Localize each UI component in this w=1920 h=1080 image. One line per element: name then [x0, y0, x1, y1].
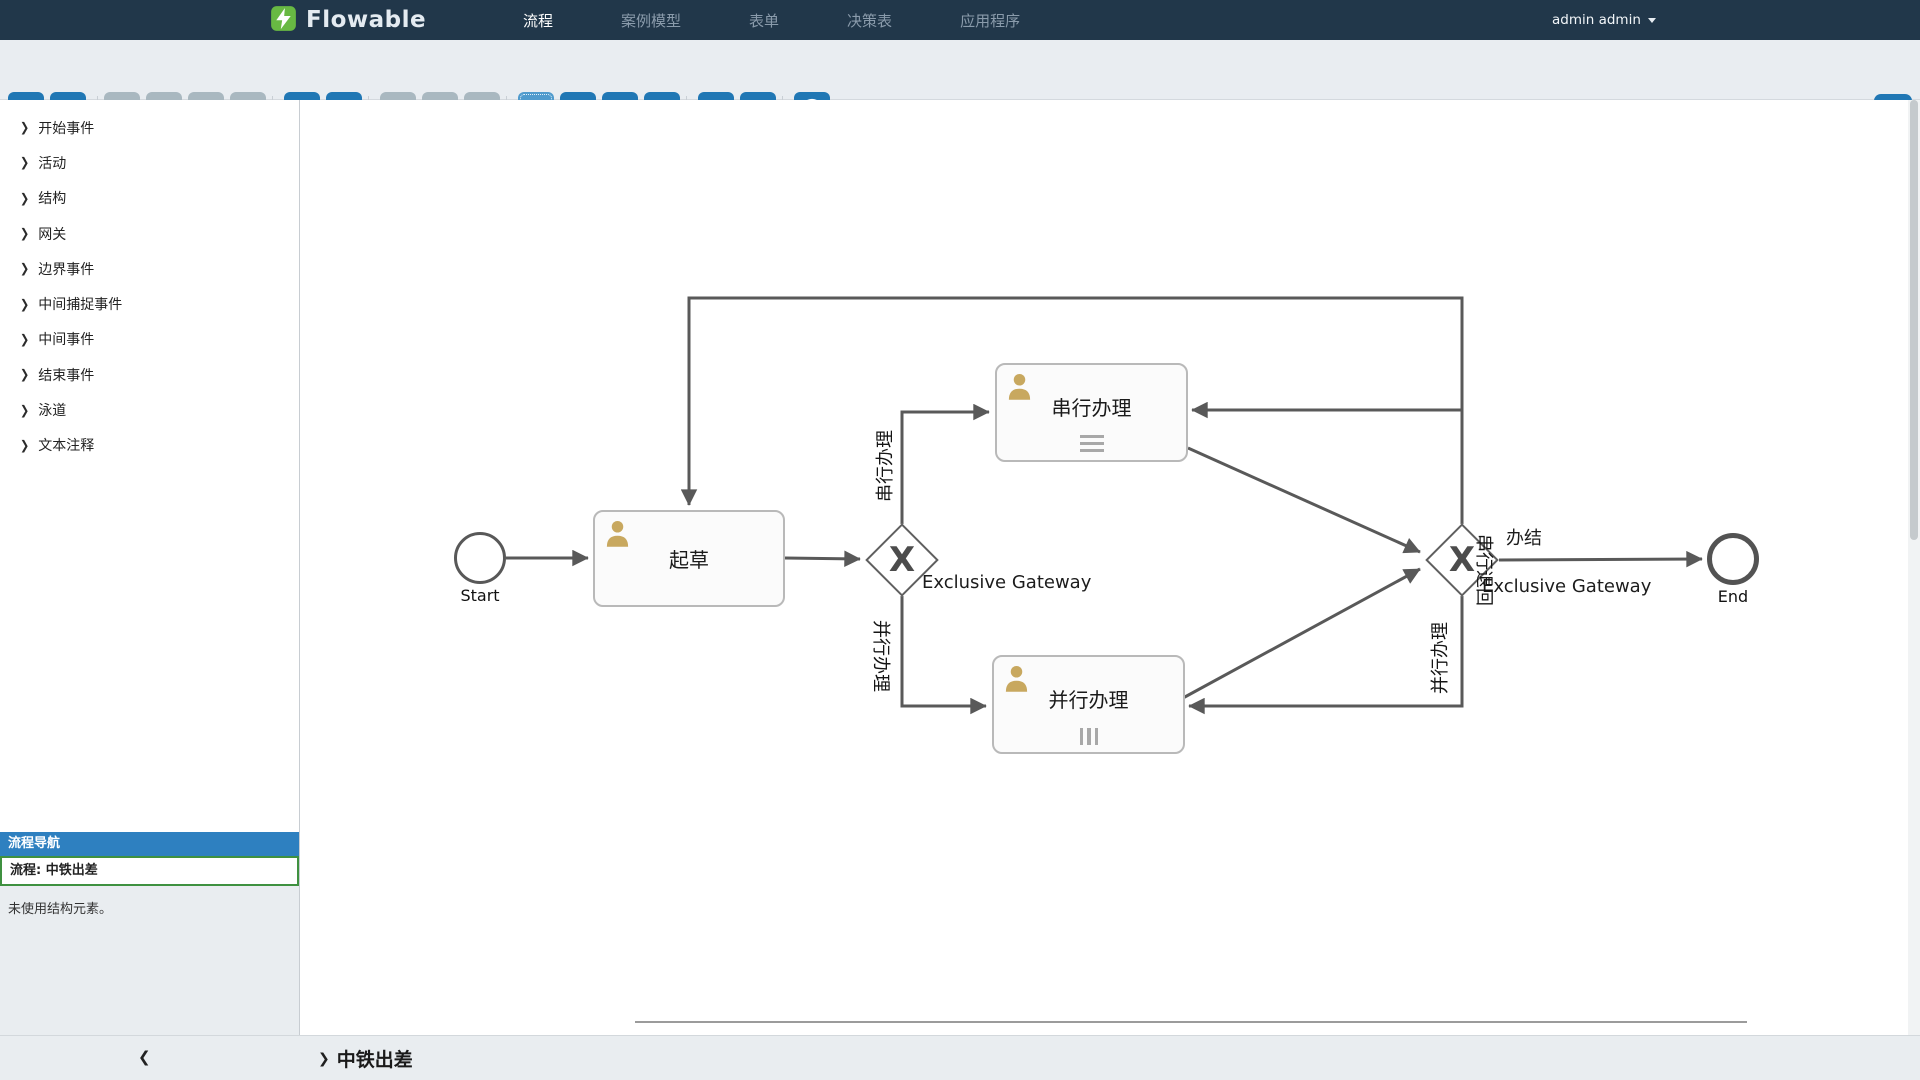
- palette-group-start-events[interactable]: ❯ 开始事件: [0, 110, 299, 145]
- palette-group-label: 开始事件: [38, 118, 94, 138]
- user-task-serial[interactable]: 串行办理: [995, 363, 1188, 462]
- palette-group-structural[interactable]: ❯ 结构: [0, 181, 299, 216]
- flow-label-parallel-return: 并行办理: [1429, 598, 1453, 718]
- flow-gateway2-to-end[interactable]: [1499, 559, 1702, 560]
- chevron-right-icon: ❯: [20, 261, 29, 276]
- tab-processes[interactable]: 流程: [523, 10, 553, 31]
- palette-group-swimlanes[interactable]: ❯ 泳道: [0, 392, 299, 427]
- user-icon: [1004, 664, 1029, 696]
- chevron-right-icon: ❯: [20, 155, 29, 170]
- sequential-multi-instance-icon: [1080, 435, 1104, 453]
- flow-label-serial-branch: 串行办理: [874, 406, 898, 526]
- palette-group-label: 文本注释: [38, 435, 94, 455]
- tab-case-models[interactable]: 案例模型: [621, 10, 681, 31]
- diagram-canvas[interactable]: Start End 起草 串行办理: [300, 100, 1920, 1035]
- chevron-right-icon: ❯: [20, 367, 29, 382]
- palette-group-boundary-events[interactable]: ❯ 边界事件: [0, 251, 299, 286]
- vertical-scrollbar: [1908, 100, 1920, 1035]
- flowable-logo[interactable]: Flowable: [270, 0, 426, 40]
- flowable-logo-icon: [270, 5, 297, 36]
- flow-draft-to-gateway1[interactable]: [785, 558, 860, 559]
- chevron-right-icon: ❯: [20, 226, 29, 241]
- user-task-draft[interactable]: 起草: [593, 510, 785, 607]
- process-navigator-current[interactable]: 流程: 中铁出差: [0, 856, 299, 886]
- process-navigator-title: 流程导航: [0, 832, 299, 856]
- chevron-right-icon: ❯: [20, 120, 29, 135]
- flow-label-complete: 办结: [1506, 524, 1542, 550]
- tab-decision-tables[interactable]: 决策表: [847, 10, 892, 31]
- flow-label-serial-return: 串行退回: [1471, 510, 1495, 630]
- palette-group-label: 中间捕捉事件: [38, 294, 122, 314]
- chevron-right-icon: ❯: [20, 438, 29, 453]
- chevron-right-icon: ❯: [20, 191, 29, 206]
- palette-group-intermediate-catching-events[interactable]: ❯ 中间捕捉事件: [0, 286, 299, 321]
- flow-serial-to-gateway2[interactable]: [1188, 448, 1420, 552]
- user-icon: [1007, 372, 1032, 404]
- vertical-scrollbar-thumb[interactable]: [1910, 100, 1918, 540]
- palette-group-label: 结构: [38, 188, 66, 208]
- palette-group-activities[interactable]: ❯ 活动: [0, 145, 299, 180]
- start-event[interactable]: [454, 532, 506, 584]
- process-navigator-panel: 流程导航 流程: 中铁出差 未使用结构元素。: [0, 832, 299, 1035]
- exclusive-gateway-right-label: Exclusive Gateway: [1482, 576, 1651, 597]
- palette-group-label: 边界事件: [38, 259, 94, 279]
- palette-group-label: 中间事件: [38, 329, 94, 349]
- flow-connectors: [300, 100, 1920, 1035]
- tab-forms[interactable]: 表单: [749, 10, 779, 31]
- task-label: 并行办理: [1049, 684, 1129, 713]
- chevron-right-icon: ❯: [20, 403, 29, 418]
- editor-toolbar: ?: [0, 40, 1920, 100]
- user-icon: [605, 519, 630, 551]
- flowable-logo-text: Flowable: [306, 7, 426, 33]
- end-event[interactable]: [1707, 533, 1759, 585]
- flow-parallel-to-gateway2[interactable]: [1183, 569, 1420, 698]
- user-menu[interactable]: admin admin: [1552, 0, 1656, 40]
- collapse-sidebar-chevron[interactable]: ❮: [138, 1048, 151, 1066]
- user-name: admin admin: [1552, 12, 1641, 28]
- exclusive-gateway-left-label: Exclusive Gateway: [922, 572, 1091, 593]
- palette-group-label: 结束事件: [38, 365, 94, 385]
- start-event-label: Start: [430, 586, 530, 605]
- user-task-parallel[interactable]: 并行办理: [992, 655, 1185, 754]
- palette-group-label: 泳道: [38, 400, 66, 420]
- flow-label-parallel-branch: 并行办理: [868, 596, 892, 716]
- flow-gateway1-to-serial[interactable]: [902, 412, 989, 524]
- palette-group-intermediate-events[interactable]: ❯ 中间事件: [0, 322, 299, 357]
- end-event-label: End: [1683, 587, 1783, 606]
- palette-group-text-annotation[interactable]: ❯ 文本注释: [0, 428, 299, 463]
- palette-sidebar: ❯ 开始事件 ❯ 活动 ❯ 结构 ❯ 网关 ❯ 边界事件 ❯ 中间捕捉事件: [0, 100, 300, 1035]
- palette-group-end-events[interactable]: ❯ 结束事件: [0, 357, 299, 392]
- tab-apps[interactable]: 应用程序: [960, 10, 1020, 31]
- palette-group-label: 网关: [38, 224, 66, 244]
- process-title-bar[interactable]: ❯ 中铁出差: [318, 1045, 413, 1072]
- chevron-down-icon: [1648, 18, 1656, 23]
- task-label: 起草: [669, 544, 709, 573]
- chevron-right-icon: ❯: [20, 332, 29, 347]
- palette-group-gateways[interactable]: ❯ 网关: [0, 216, 299, 251]
- chevron-right-icon: ❯: [318, 1051, 330, 1067]
- palette-groups: ❯ 开始事件 ❯ 活动 ❯ 结构 ❯ 网关 ❯ 边界事件 ❯ 中间捕捉事件: [0, 110, 299, 463]
- task-label: 串行办理: [1052, 392, 1132, 421]
- process-navigator-note: 未使用结构元素。: [0, 886, 299, 1035]
- flow-gateway2-parallel-return[interactable]: [1189, 596, 1462, 706]
- process-name: 中铁出差: [337, 1045, 413, 1072]
- palette-group-label: 活动: [38, 153, 66, 173]
- flow-gateway1-to-parallel[interactable]: [902, 596, 986, 706]
- parallel-multi-instance-icon: [1080, 728, 1099, 745]
- top-navbar: Flowable 流程 案例模型 表单 决策表 应用程序 admin admin: [0, 0, 1920, 40]
- bottom-bar: ❮ ❯ 中铁出差: [0, 1035, 1920, 1080]
- nav-tabs: 流程 案例模型 表单 决策表 应用程序: [523, 0, 1020, 40]
- canvas-bottom-rule: [635, 1021, 1747, 1023]
- chevron-right-icon: ❯: [20, 297, 29, 312]
- flowable-modeler-app: Flowable 流程 案例模型 表单 决策表 应用程序 admin admin: [0, 0, 1920, 1080]
